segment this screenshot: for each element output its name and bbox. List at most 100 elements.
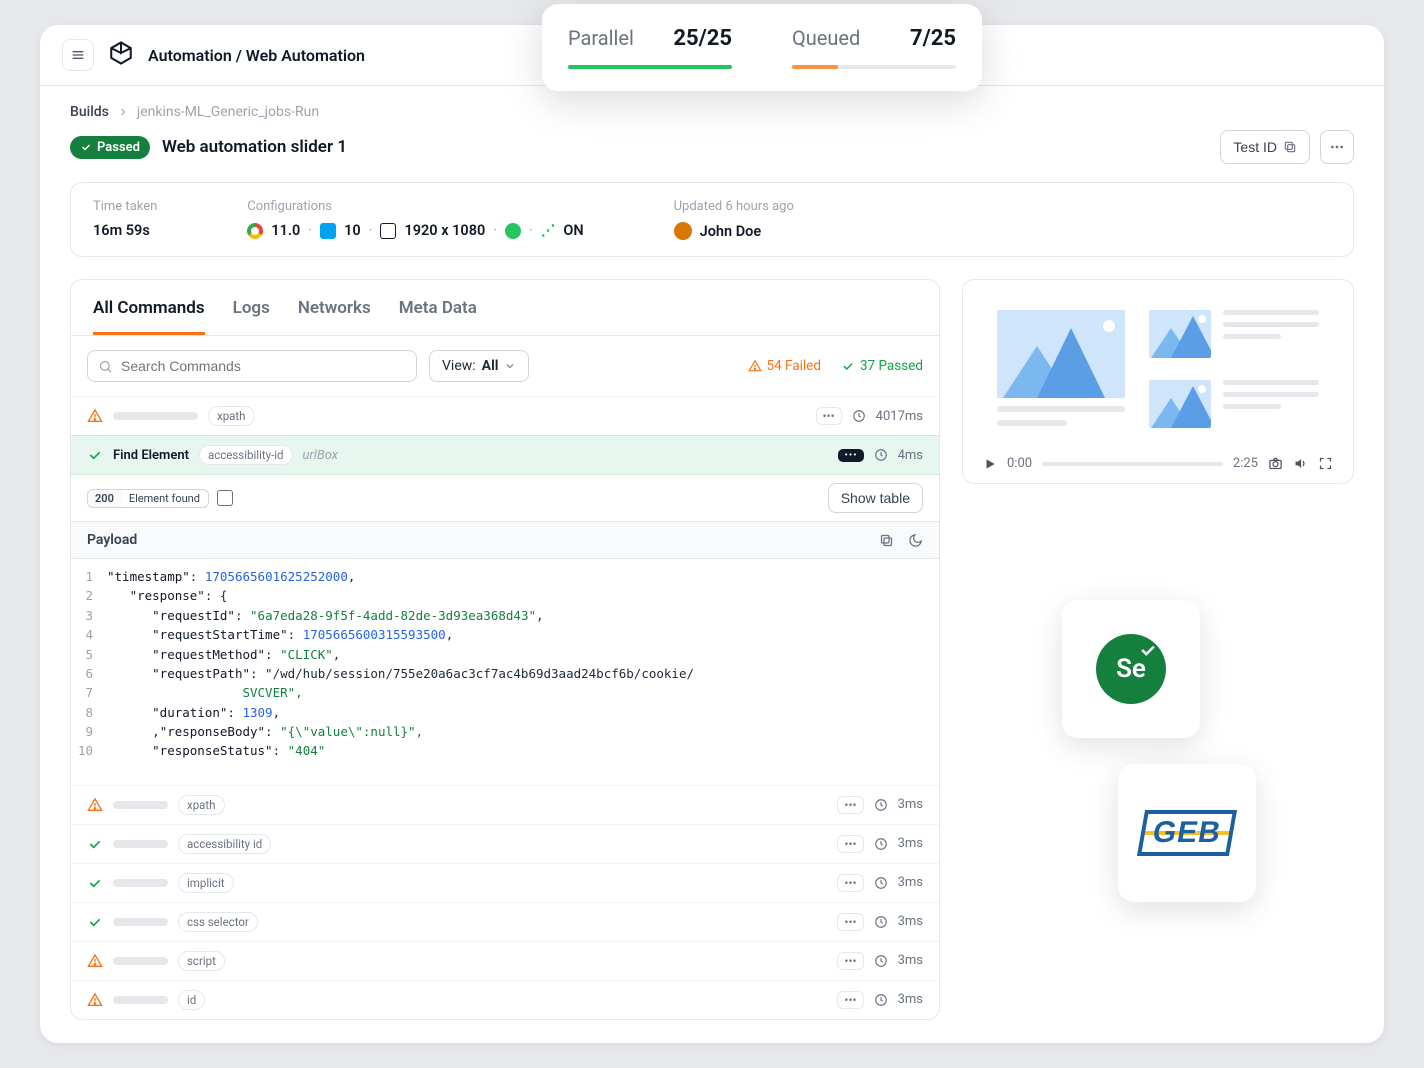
row-time: 3ms xyxy=(898,836,923,851)
row-more-button[interactable]: ••• xyxy=(837,874,863,892)
time-taken-value: 16m 59s xyxy=(93,222,157,239)
secret-chip: ••• xyxy=(838,449,863,462)
row-time: 3ms xyxy=(898,875,923,890)
search-input-wrap[interactable] xyxy=(87,350,417,382)
play-icon[interactable] xyxy=(983,457,997,471)
stat-queued-value: 7/25 xyxy=(910,26,956,51)
command-row[interactable]: css selector ••• 3ms xyxy=(71,902,939,941)
thumbnail-large xyxy=(997,310,1125,398)
locator-value: urlBox xyxy=(303,448,338,463)
configurations-label: Configurations xyxy=(247,199,583,214)
avatar xyxy=(674,222,692,240)
search-icon xyxy=(98,359,113,374)
locator-chip: css selector xyxy=(178,912,258,932)
tab-meta-data[interactable]: Meta Data xyxy=(399,298,477,335)
browser-version: 11.0 xyxy=(271,222,300,239)
menu-toggle-button[interactable] xyxy=(62,39,94,71)
command-row[interactable]: accessibility id ••• 3ms xyxy=(71,824,939,863)
failed-count: 54 Failed xyxy=(748,358,821,374)
tab-all-commands[interactable]: All Commands xyxy=(93,298,205,335)
chevron-down-icon xyxy=(504,360,516,372)
app-logo xyxy=(108,40,134,70)
resolution-icon xyxy=(380,223,396,239)
row-time: 3ms xyxy=(898,914,923,929)
tabs: All Commands Logs Networks Meta Data xyxy=(71,280,939,336)
command-row[interactable]: xpath ••• 3ms xyxy=(71,785,939,824)
status-dot-icon xyxy=(505,223,521,239)
signal-icon: ⋰ xyxy=(541,222,556,239)
locator-chip: id xyxy=(178,990,205,1010)
row-more-button[interactable]: ••• xyxy=(837,835,863,853)
check-icon xyxy=(87,447,103,463)
fullscreen-icon[interactable] xyxy=(1318,456,1333,471)
camera-icon[interactable] xyxy=(1268,456,1283,471)
view-select[interactable]: View: All xyxy=(429,350,529,382)
locator-chip: accessibility id xyxy=(178,834,271,854)
row-more-button[interactable]: ••• xyxy=(837,796,863,814)
image-icon[interactable] xyxy=(217,490,233,506)
command-sub-row: 200Element found Show table xyxy=(71,475,939,522)
command-row[interactable]: implicit ••• 3ms xyxy=(71,863,939,902)
row-more-button[interactable]: ••• xyxy=(837,952,863,970)
warning-icon xyxy=(87,408,103,424)
payload-header: Payload xyxy=(71,522,939,559)
locator-chip: script xyxy=(178,951,225,971)
thumbnail-small xyxy=(1149,310,1211,358)
show-table-button[interactable]: Show table xyxy=(828,483,923,513)
user-name: John Doe xyxy=(700,223,762,240)
chrome-icon xyxy=(247,223,263,239)
video-preview-card: 0:00 2:25 xyxy=(962,279,1354,484)
stat-parallel-label: Parallel xyxy=(568,26,634,50)
breadcrumb-current: jenkins-ML_Generic_jobs-Run xyxy=(137,104,319,120)
clock-icon xyxy=(852,409,866,423)
selenium-brand-card: Se xyxy=(1062,600,1200,738)
response-tag: 200Element found xyxy=(87,489,209,508)
row-time: 3ms xyxy=(898,992,923,1007)
more-actions-button[interactable] xyxy=(1320,130,1354,164)
row-time: 3ms xyxy=(898,797,923,812)
locator-chip: implicit xyxy=(178,873,234,893)
time-taken-label: Time taken xyxy=(93,199,157,214)
row-time: 4ms xyxy=(898,448,923,463)
locator-chip: xpath xyxy=(178,795,225,815)
moon-icon[interactable] xyxy=(908,533,923,548)
search-input[interactable] xyxy=(121,358,406,374)
thumbnail-small xyxy=(1149,380,1211,428)
command-row[interactable]: xpath ••• 4017ms xyxy=(71,396,939,435)
on-label: ON xyxy=(563,222,583,239)
windows-icon xyxy=(320,223,336,239)
video-time-total: 2:25 xyxy=(1233,456,1258,471)
clock-icon xyxy=(874,448,888,462)
command-row-selected[interactable]: Find Element accessibility-id urlBox •••… xyxy=(71,435,939,475)
passed-count: 37 Passed xyxy=(841,358,923,374)
row-more-button[interactable]: ••• xyxy=(837,913,863,931)
video-time-current: 0:00 xyxy=(1007,456,1032,471)
os-version: 10 xyxy=(344,222,361,239)
stats-popover: Parallel 25/25 Queued 7/25 xyxy=(542,4,982,91)
volume-icon[interactable] xyxy=(1293,456,1308,471)
breadcrumb: Builds jenkins-ML_Generic_jobs-Run xyxy=(70,104,1354,120)
status-badge: Passed xyxy=(70,136,150,159)
payload-code: 1"timestamp": 1705665601625252000,2 "res… xyxy=(71,559,939,785)
command-name: Find Element xyxy=(113,448,189,463)
copy-icon[interactable] xyxy=(879,533,894,548)
locator-chip: accessibility-id xyxy=(199,445,293,465)
row-more-button[interactable]: ••• xyxy=(837,991,863,1009)
run-info-card: Time taken 16m 59s Configurations 11.0 ·… xyxy=(70,182,1354,257)
locator-chip: xpath xyxy=(208,406,255,426)
row-time: 3ms xyxy=(898,953,923,968)
breadcrumb-title: Automation / Web Automation xyxy=(148,46,365,65)
command-row[interactable]: script ••• 3ms xyxy=(71,941,939,980)
command-row[interactable]: id ••• 3ms xyxy=(71,980,939,1019)
row-time: 4017ms xyxy=(876,409,923,424)
tab-logs[interactable]: Logs xyxy=(233,298,270,335)
stat-queued-label: Queued xyxy=(792,26,860,50)
breadcrumb-root[interactable]: Builds xyxy=(70,104,109,120)
tab-networks[interactable]: Networks xyxy=(298,298,371,335)
test-id-button[interactable]: Test ID xyxy=(1220,130,1310,164)
video-progress[interactable] xyxy=(1042,462,1223,466)
updated-label: Updated 6 hours ago xyxy=(674,199,794,214)
page-title: Web automation slider 1 xyxy=(162,137,347,157)
row-more-button[interactable]: ••• xyxy=(816,407,842,425)
geb-brand-card: GEB xyxy=(1118,764,1256,902)
